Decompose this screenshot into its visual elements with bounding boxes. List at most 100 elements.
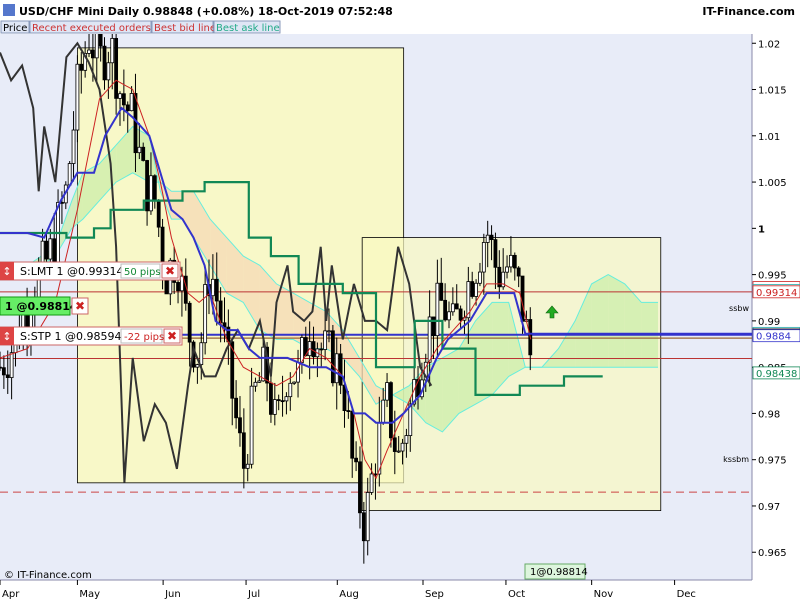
stop-pips-label: -22 pips [124, 332, 164, 343]
cloud-segment [425, 357, 443, 432]
candle-body [288, 382, 293, 398]
candle-body [338, 353, 343, 386]
candle-body [152, 175, 157, 202]
x-tick-label: Dec [677, 589, 696, 600]
candle-body [327, 330, 331, 333]
candle-body [0, 366, 2, 369]
price-axis-background [752, 34, 800, 580]
candle-body [292, 381, 297, 384]
x-tick-label: Oct [508, 589, 525, 600]
y-tick-label: 1.02 [758, 39, 780, 50]
tab-recent-label: Recent executed orders [32, 23, 151, 34]
y-tick-label: 1.015 [758, 86, 787, 97]
candle-body [199, 342, 204, 366]
candle-body [214, 278, 219, 302]
candle-body [79, 63, 84, 71]
candle-body [400, 442, 405, 452]
candle-body [210, 278, 215, 297]
y-tick-label: 1.005 [758, 178, 787, 189]
candle-body [443, 299, 448, 321]
candle-body [346, 410, 351, 412]
candle-body [280, 400, 285, 403]
limit-pips-label: 50 pips [124, 267, 161, 278]
candle-body [361, 512, 366, 542]
y-tick-label: 0.99 [758, 317, 780, 328]
candle-body [381, 399, 386, 423]
candle-body [396, 450, 401, 453]
position-label: 1 @0.98814 [5, 300, 78, 313]
cloud-segment [591, 274, 609, 368]
candle-body [470, 281, 475, 297]
x-tick-label: Jun [164, 589, 181, 600]
x-tick-label: Sep [425, 589, 444, 600]
stop-order-tag[interactable]: ↕ S:STP 1 @0.98594 -22 pips ✖ [0, 326, 183, 346]
candle-body [489, 234, 494, 241]
x-tick-label: Nov [594, 589, 614, 600]
candle-body [323, 330, 328, 350]
candle-body [253, 381, 258, 387]
candle-body [392, 437, 397, 452]
position-close-icon: ✖ [75, 299, 85, 313]
brand-text: IT-Finance.com [702, 5, 795, 18]
candle-body [474, 282, 478, 297]
y-tick-label: 0.98 [758, 409, 780, 420]
y-tick-label: 0.975 [758, 456, 787, 467]
candle-body [118, 93, 122, 99]
y-tick-label: 0.97 [758, 502, 780, 513]
position-time-marker: 1@0.98814 [524, 563, 588, 580]
candle-body [241, 432, 246, 469]
y-tick-label: 0.965 [758, 548, 787, 559]
candle-body [238, 417, 242, 434]
candle-body [454, 303, 459, 310]
stop-order-handle-icon: ↕ [2, 330, 11, 343]
candle-body [234, 397, 239, 419]
candle-body [512, 254, 517, 269]
candle-body [176, 282, 180, 292]
candle-body [75, 63, 80, 131]
x-tick-label: Jul [247, 589, 260, 600]
y-tick-label: 1 [758, 224, 765, 235]
candle-body [311, 341, 316, 358]
candle-body [71, 129, 76, 164]
price-badge-label: 0.9884 [756, 332, 791, 343]
candle-body [350, 410, 355, 459]
candle-body [110, 38, 115, 64]
stop-order-label: S:STP 1 @0.98594 [20, 330, 122, 343]
position-time-marker-label: 1@0.98814 [530, 567, 588, 578]
candle-body [245, 463, 250, 469]
price-badge-label: 0.98438 [756, 369, 797, 380]
candle-body [156, 200, 161, 228]
candle-body [478, 271, 482, 284]
candle-body [102, 45, 107, 81]
x-tick-label: Aug [339, 589, 359, 600]
candle-body [509, 254, 513, 268]
candle-body [9, 352, 14, 378]
candle-body [44, 240, 49, 260]
candle-body [129, 93, 134, 112]
tab-best-ask-line[interactable]: Best ask line [213, 20, 281, 34]
candle-body [493, 239, 498, 268]
limit-order-handle-icon: ↕ [2, 265, 11, 278]
candle-body [485, 234, 490, 243]
kssbm-label: kssbm [723, 455, 749, 464]
candle-body [481, 242, 486, 273]
candle-body [137, 146, 142, 154]
candle-body [48, 238, 53, 260]
price-chart[interactable]: 0.9650.970.9750.980.9850.990.99511.0051.… [0, 0, 800, 600]
candle-body [330, 330, 335, 384]
position-tag[interactable]: 1 @0.98814 ✖ [0, 296, 89, 316]
candle-body [276, 399, 281, 402]
candle-body [149, 175, 153, 212]
tab-price[interactable]: Price [0, 20, 30, 34]
candle-body [505, 266, 509, 273]
tab-recent-executed-orders[interactable]: Recent executed orders [29, 20, 152, 34]
limit-order-tag[interactable]: ↕ S:LMT 1 @0.99314 50 pips ✖ [0, 261, 181, 281]
candle-body [203, 284, 208, 344]
candle-body [516, 267, 521, 277]
copyright-text: © IT-Finance.com [4, 570, 92, 581]
tab-best-bid-line[interactable]: Best bid line [151, 20, 216, 34]
candle-body [458, 308, 463, 321]
y-tick-label: 1.01 [758, 132, 780, 143]
candle-body [145, 160, 149, 212]
candle-body [180, 275, 184, 292]
